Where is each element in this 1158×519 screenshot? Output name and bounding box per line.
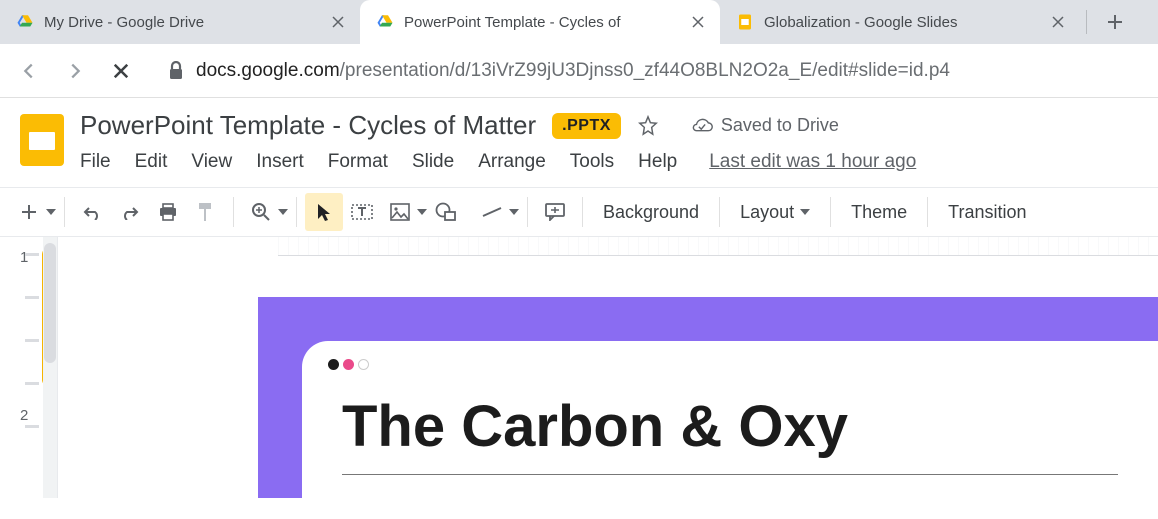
toolbar-divider [582, 197, 583, 227]
address-bar: docs.google.com/presentation/d/13iVrZ99j… [0, 44, 1158, 98]
close-icon[interactable] [330, 14, 346, 30]
slides-icon [736, 13, 754, 31]
forward-button[interactable] [56, 52, 94, 90]
menu-view[interactable]: View [191, 151, 232, 173]
speaker-notes-marks [25, 253, 39, 428]
menu-file[interactable]: File [80, 151, 111, 173]
drive-icon [16, 13, 34, 31]
url-text: docs.google.com/presentation/d/13iVrZ99j… [196, 60, 950, 82]
browser-tab[interactable]: My Drive - Google Drive [0, 0, 360, 44]
slide-content[interactable]: The Carbon & Oxy [302, 341, 1158, 498]
slide-frame[interactable]: The Carbon & Oxy [258, 297, 1158, 498]
slide-canvas[interactable]: The Carbon & Oxy [58, 261, 1158, 498]
menu-arrange[interactable]: Arrange [478, 151, 546, 173]
line-tool[interactable] [473, 193, 511, 231]
menu-slide[interactable]: Slide [412, 151, 454, 173]
browser-tab-active[interactable]: PowerPoint Template - Cycles of [360, 0, 720, 44]
toolbar-divider [296, 197, 297, 227]
canvas-area: The Carbon & Oxy [58, 237, 1158, 498]
slide-title[interactable]: The Carbon & Oxy [342, 393, 1118, 460]
toolbar-divider [927, 197, 928, 227]
toolbar-divider [527, 197, 528, 227]
zoom-dropdown[interactable] [278, 193, 288, 231]
toolbar: Background Layout Theme Transition [0, 187, 1158, 237]
browser-tab-strip: My Drive - Google Drive PowerPoint Templ… [0, 0, 1158, 44]
close-icon[interactable] [690, 14, 706, 30]
textbox-tool[interactable] [343, 193, 381, 231]
image-dropdown[interactable] [417, 193, 427, 231]
document-header: PowerPoint Template - Cycles of Matter .… [0, 98, 1158, 173]
back-button[interactable] [10, 52, 48, 90]
drive-icon [376, 13, 394, 31]
tab-label: PowerPoint Template - Cycles of [404, 14, 680, 31]
undo-button[interactable] [73, 193, 111, 231]
image-tool[interactable] [381, 193, 419, 231]
filmstrip-scrollbar[interactable] [43, 237, 57, 498]
tab-label: My Drive - Google Drive [44, 14, 320, 31]
slides-app-icon[interactable] [18, 110, 66, 170]
menu-bar: File Edit View Insert Format Slide Arran… [80, 151, 1140, 173]
tab-label: Globalization - Google Slides [764, 14, 1040, 31]
menu-tools[interactable]: Tools [570, 151, 614, 173]
lock-icon [168, 61, 184, 81]
toolbar-divider [233, 197, 234, 227]
toolbar-divider [830, 197, 831, 227]
comment-button[interactable] [536, 193, 574, 231]
transition-button[interactable]: Transition [936, 202, 1038, 223]
filmstrip[interactable]: 1 Cycles of Matter 2 The Water Cycle • T… [0, 237, 58, 498]
shape-tool[interactable] [427, 193, 465, 231]
browser-tab[interactable]: Globalization - Google Slides [720, 0, 1080, 44]
menu-format[interactable]: Format [328, 151, 388, 173]
last-edit-link[interactable]: Last edit was 1 hour ago [709, 151, 916, 173]
menu-help[interactable]: Help [638, 151, 677, 173]
new-tab-button[interactable] [1093, 0, 1137, 44]
chevron-down-icon [800, 209, 810, 215]
star-icon[interactable] [637, 115, 659, 137]
new-slide-dropdown[interactable] [46, 193, 56, 231]
toolbar-divider [719, 197, 720, 227]
stop-button[interactable] [102, 52, 140, 90]
theme-button[interactable]: Theme [839, 202, 919, 223]
menu-insert[interactable]: Insert [256, 151, 304, 173]
window-dots-icon [328, 359, 369, 370]
zoom-button[interactable] [242, 193, 280, 231]
toolbar-divider [64, 197, 65, 227]
horizontal-ruler[interactable] [58, 237, 1158, 261]
print-button[interactable] [149, 193, 187, 231]
saved-to-drive[interactable]: Saved to Drive [691, 115, 839, 136]
title-underline [342, 474, 1118, 475]
cloud-check-icon [691, 117, 713, 135]
pptx-badge: .PPTX [552, 113, 621, 139]
line-dropdown[interactable] [509, 193, 519, 231]
new-slide-button[interactable] [10, 193, 48, 231]
url-field[interactable]: docs.google.com/presentation/d/13iVrZ99j… [148, 60, 950, 82]
layout-button[interactable]: Layout [728, 202, 822, 223]
paint-format-button[interactable] [187, 193, 225, 231]
work-area: 1 Cycles of Matter 2 The Water Cycle • T… [0, 237, 1158, 498]
menu-edit[interactable]: Edit [135, 151, 168, 173]
select-tool[interactable] [305, 193, 343, 231]
saved-label: Saved to Drive [721, 115, 839, 136]
redo-button[interactable] [111, 193, 149, 231]
doc-title[interactable]: PowerPoint Template - Cycles of Matter [80, 110, 536, 141]
background-button[interactable]: Background [591, 202, 711, 223]
close-icon[interactable] [1050, 14, 1066, 30]
tab-divider [1086, 10, 1087, 34]
